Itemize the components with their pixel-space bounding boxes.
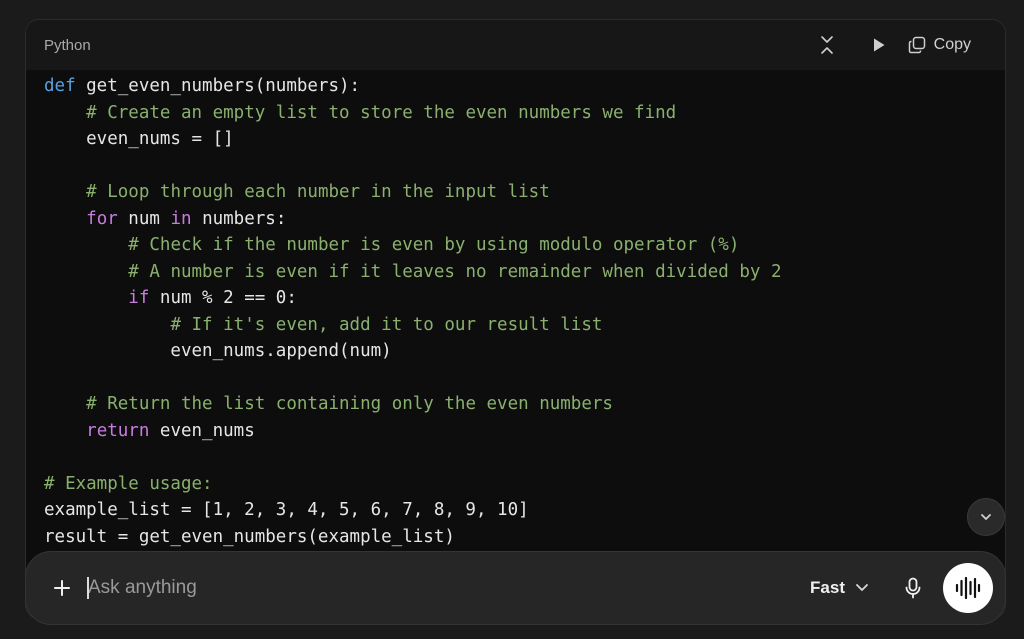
prompt-input[interactable] bbox=[88, 568, 811, 608]
voice-mode-button[interactable] bbox=[943, 563, 993, 613]
code-text: even_nums bbox=[149, 420, 255, 441]
chat-screen: Python Copy def get_even_numbers(numbers… bbox=[0, 0, 1024, 639]
copy-icon bbox=[908, 36, 925, 54]
message-composer: Fast bbox=[25, 551, 1006, 625]
mode-selector[interactable]: Fast bbox=[810, 578, 869, 598]
code-line: # Loop through each number in the input … bbox=[44, 179, 1005, 206]
chevron-down-icon bbox=[856, 584, 868, 591]
collapse-button[interactable] bbox=[812, 30, 842, 60]
mode-label: Fast bbox=[810, 578, 845, 597]
microphone-button[interactable] bbox=[895, 570, 931, 606]
code-text: even_nums = [] bbox=[44, 129, 234, 149]
code-line: # Return the list containing only the ev… bbox=[44, 391, 1005, 418]
code-comment: # Check if the number is even by using m… bbox=[128, 235, 740, 255]
code-keyword: def bbox=[44, 76, 76, 96]
collapse-vertical-icon bbox=[820, 36, 833, 54]
code-line: return even_nums bbox=[44, 418, 1005, 445]
code-text: numbers: bbox=[191, 208, 287, 229]
copy-button[interactable]: Copy bbox=[908, 30, 971, 60]
code-text: result = get_even_numbers(example_list) bbox=[44, 526, 455, 547]
code-language-label: Python bbox=[44, 36, 91, 54]
code-actions: Copy bbox=[812, 30, 971, 60]
code-line: even_nums = [] bbox=[44, 126, 1005, 153]
code-block-header: Python Copy bbox=[26, 20, 1005, 70]
code-line: example_list = [1, 2, 3, 4, 5, 6, 7, 8, … bbox=[44, 497, 1005, 524]
code-content: def get_even_numbers(numbers): # Create … bbox=[26, 70, 1005, 550]
code-text: example_list = [1, 2, 3, 4, 5, 6, 7, 8, … bbox=[44, 500, 529, 520]
code-keyword: in bbox=[170, 208, 192, 229]
voice-waveform-icon bbox=[955, 576, 981, 600]
code-text: num bbox=[117, 208, 171, 229]
code-line: even_nums.append(num) bbox=[44, 338, 1005, 365]
add-attachment-button[interactable] bbox=[42, 568, 82, 608]
code-line: for num in numbers: bbox=[44, 206, 1005, 233]
copy-label: Copy bbox=[933, 36, 971, 53]
code-keyword: if bbox=[128, 288, 150, 308]
code-text: get_even_numbers(numbers): bbox=[75, 76, 361, 96]
code-comment: # If it's even, add it to our result lis… bbox=[170, 314, 603, 335]
code-line: # Check if the number is even by using m… bbox=[44, 232, 1005, 259]
code-text: even_nums.append(num) bbox=[44, 341, 392, 361]
code-text: num % 2 == 0: bbox=[149, 288, 297, 308]
microphone-icon bbox=[905, 577, 921, 599]
play-icon bbox=[873, 38, 885, 52]
code-keyword: for bbox=[86, 208, 118, 229]
run-button[interactable] bbox=[864, 30, 894, 60]
code-line: # Create an empty list to store the even… bbox=[44, 100, 1005, 127]
code-comment: # Return the list containing only the ev… bbox=[86, 394, 613, 414]
plus-icon bbox=[54, 580, 70, 596]
code-line: def get_even_numbers(numbers): bbox=[44, 73, 1005, 100]
code-line: # If it's even, add it to our result lis… bbox=[44, 312, 1005, 339]
code-comment: # Loop through each number in the input … bbox=[86, 182, 550, 202]
chevron-down-icon bbox=[981, 514, 991, 520]
code-block: Python Copy def get_even_numbers(numbers… bbox=[25, 19, 1006, 619]
code-line: result = get_even_numbers(example_list) bbox=[44, 524, 1005, 551]
code-line: # A number is even if it leaves no remai… bbox=[44, 259, 1005, 286]
code-comment: # A number is even if it leaves no remai… bbox=[128, 261, 782, 282]
code-line: if num % 2 == 0: bbox=[44, 285, 1005, 312]
code-keyword: return bbox=[86, 420, 150, 441]
code-comment: # Create an empty list to store the even… bbox=[86, 102, 677, 123]
scroll-to-bottom-button[interactable] bbox=[967, 498, 1005, 536]
text-cursor bbox=[87, 577, 89, 599]
code-line: # Example usage: bbox=[44, 471, 1005, 498]
code-comment: # Example usage: bbox=[44, 473, 213, 494]
